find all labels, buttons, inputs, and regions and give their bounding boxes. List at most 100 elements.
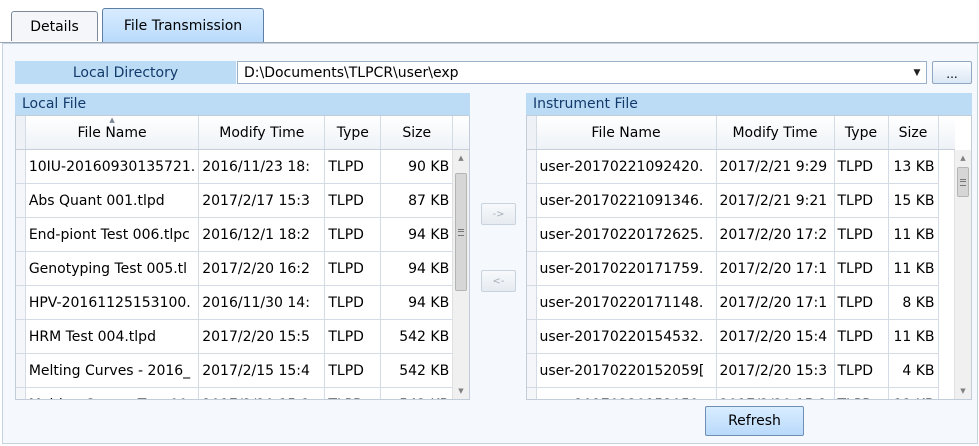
row-filler [938,252,955,286]
table-row[interactable]: Abs Quant 001.tlpd 2017/2/17 15:3 TLPD 87 K… [16,183,469,218]
column-header-modify-time[interactable]: Modify Time [716,116,835,150]
tab-details[interactable]: Details [11,11,98,41]
row-selector[interactable] [527,183,537,218]
row-selector[interactable] [527,319,537,354]
scroll-down-arrow-icon[interactable]: ▼ [955,383,971,399]
refresh-button[interactable]: Refresh [705,406,804,436]
size-cell: 90 KB [380,149,454,184]
type-cell: TLPD [834,183,889,218]
modify-time-cell: 2017/2/20 15:5 [198,319,326,354]
table-row[interactable]: Genotyping Test 005.tl 2017/2/20 16:2 TLPD… [16,251,469,286]
type-cell: TLPD [834,149,889,184]
local-directory-path: D:\Documents\TLPCR\user\exp [244,64,459,81]
type-cell: TLPD [324,319,382,354]
local-file-header: Local File [15,93,470,115]
modify-time-cell: 2017/2/20 15:1 [198,387,326,399]
copy-to-instrument-button[interactable]: -> [481,203,516,225]
modify-time-cell: 2017/2/20 17:1 [716,251,835,286]
column-header-type[interactable]: Type [834,116,889,150]
scroll-up-arrow-icon[interactable]: ▲ [453,150,469,166]
type-cell: TLPD [834,319,889,354]
file-name-cell: user-20170221092420. [536,149,717,184]
row-selector[interactable] [527,149,537,184]
size-cell: 8 KB [888,285,939,320]
table-row[interactable]: Melting Curves - 2016_ 2017/2/15 15:4 TLPD… [16,353,469,388]
row-filler [938,286,955,320]
row-selector[interactable] [16,285,26,320]
copy-to-local-button[interactable]: <- [481,270,516,292]
size-cell: 11 KB [888,251,939,286]
tab-file-transmission[interactable]: File Transmission [102,8,264,42]
table-row[interactable]: user-20170220171148. 2017/2/20 17:1 TLPD 8 … [527,285,955,320]
table-row[interactable]: Meltina Curves Test 002017/2/20 15:1TLPD… [16,387,469,399]
row-selector[interactable] [16,217,26,252]
instrument-file-grid[interactable]: File Name Modify Time Type Size user-201… [526,115,972,400]
row-selector[interactable] [16,319,26,354]
row-selector[interactable] [16,353,26,388]
table-row[interactable]: user-20170221092420. 2017/2/21 9:29 TLPD 13… [527,149,955,184]
file-name-cell: user-20170220172625. [536,217,717,252]
table-row[interactable]: HRM Test 004.tlpd 2017/2/20 15:5 TLPD 542 K… [16,319,469,354]
row-selector[interactable] [527,387,537,399]
modify-time-cell: 2017/2/20 15:3 [716,353,835,388]
type-cell: TLPD [324,183,382,218]
row-selector[interactable] [527,251,537,286]
column-header-file-name[interactable]: File Name [536,116,717,150]
table-row[interactable]: user-20170220152059[2017/2/20 15:3 TLPD 4 … [527,353,955,388]
column-header-size[interactable]: Size [380,116,454,150]
grip-icon [458,228,464,236]
type-cell: TLPD [324,251,382,286]
column-header-size[interactable]: Size [888,116,939,150]
size-cell: 94 KB [380,285,454,320]
browse-button[interactable]: ... [932,61,972,84]
table-row[interactable]: user-20170220171759. 2017/2/20 17:1 TLPD 11… [527,251,955,286]
size-cell: 87 KB [380,183,454,218]
local-directory-combo[interactable]: D:\Documents\TLPCR\user\exp ▼ [237,61,927,84]
size-cell: 542 KB [380,353,454,388]
row-selector[interactable] [527,353,537,388]
local-file-grid[interactable]: ▲ File Name Modify Time Type Size 10IU-2… [15,115,470,400]
table-row[interactable]: user-20170220172625. 2017/2/20 17:2 TLPD 11… [527,217,955,252]
type-cell: TLPD [834,217,889,252]
scrollbar-thumb[interactable] [455,173,467,291]
size-cell: 15 KB [888,183,939,218]
column-header-type[interactable]: Type [324,116,382,150]
chevron-down-icon[interactable]: ▼ [908,62,926,83]
row-selector[interactable] [527,217,537,252]
column-header-filler [938,116,955,150]
scrollbar-thumb[interactable] [957,167,969,197]
row-selector[interactable] [527,285,537,320]
row-selector[interactable] [16,149,26,184]
type-cell: TLPD [324,285,382,320]
instrument-file-table: File Name Modify Time Type Size user-201… [527,116,955,400]
local-vertical-scrollbar[interactable]: ▲ ▼ [452,150,469,399]
type-cell: TLPD [324,387,382,399]
table-row[interactable]: End-piont Test 006.tlpc 2016/12/1 18:2 TLP… [16,217,469,252]
size-cell: 4 KB [888,353,939,388]
table-row[interactable]: HPV-20161125153100. 2016/11/30 14: TLPD 94 … [16,285,469,320]
row-selector[interactable] [16,251,26,286]
column-header-filler [452,116,469,150]
size-cell: 542 KB [380,319,454,354]
size-cell: 94 KB [380,251,454,286]
row-selector[interactable] [16,183,26,218]
table-row[interactable]: 10IU-20160930135721. 2016/11/23 18: TLPD 90… [16,149,469,184]
scroll-down-arrow-icon[interactable]: ▼ [453,383,469,399]
modify-time-cell: 2016/11/23 18: [198,149,326,184]
scroll-up-arrow-icon[interactable]: ▲ [955,150,971,166]
row-selector[interactable] [16,387,26,399]
column-header-file-name[interactable]: ▲ File Name [25,116,200,150]
file-name-cell: Meltina Curves Test 00 [25,387,200,399]
grip-icon [960,178,966,186]
row-filler [938,354,955,388]
row-filler [938,388,955,400]
local-directory-label: Local Directory [15,61,236,84]
table-row[interactable]: user-20170220154532. 2017/2/20 15:4 TLPD 11… [527,319,955,354]
modify-time-cell: 2017/2/21 9:29 [716,149,835,184]
type-cell: TLPD [324,353,382,388]
table-row[interactable]: user-20170220152059.2017/2/20 15:2TLPD11… [527,387,955,400]
table-row[interactable]: user-20170221091346. 2017/2/21 9:21 TLPD 15… [527,183,955,218]
column-header-modify-time[interactable]: Modify Time [198,116,326,150]
instrument-vertical-scrollbar[interactable]: ▲ ▼ [954,150,971,399]
file-name-cell: 10IU-20160930135721. [25,149,200,184]
